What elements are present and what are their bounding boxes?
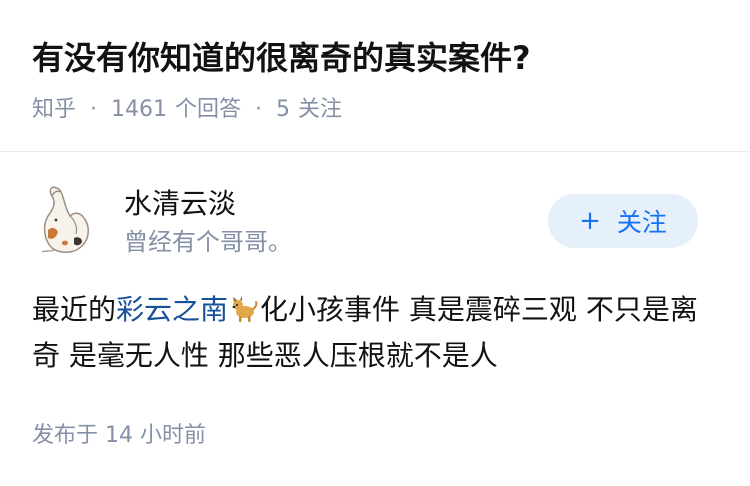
- meta-separator: ·: [255, 97, 263, 122]
- follow-button-label: 关注: [616, 208, 667, 237]
- question-meta: 知乎 · 1461 个回答 · 5 关注: [32, 94, 342, 126]
- question-header: 有没有你知道的很离奇的真实案件? 知乎 · 1461 个回答 · 5 关注: [0, 0, 750, 152]
- cat-avatar-icon[interactable]: [34, 182, 98, 256]
- answer-author: 水清云淡 曾经有个哥哥。 + 关注: [0, 170, 750, 266]
- follower-count: 5: [276, 97, 291, 122]
- answer-count: 1461: [111, 97, 168, 122]
- author-bio: 曾经有个哥哥。: [124, 228, 292, 256]
- follow-button[interactable]: + 关注: [548, 194, 698, 248]
- author-name[interactable]: 水清云淡: [124, 186, 236, 222]
- topic-link[interactable]: 彩云之南: [116, 293, 228, 326]
- plus-icon: +: [579, 206, 601, 236]
- dog-emoji-icon: [230, 291, 258, 322]
- publish-time: 发布于 14 小时前: [32, 423, 206, 448]
- question-title[interactable]: 有没有你知道的很离奇的真实案件?: [32, 36, 531, 80]
- meta-separator: ·: [90, 97, 98, 122]
- answer-text-prefix: 最近的: [32, 293, 117, 326]
- answer-count-label: 个回答: [175, 97, 242, 122]
- answer-content[interactable]: 最近的彩云之南 化小孩事件 真是震碎三观 不只是离奇 是毫无人性 那些恶人压根就…: [32, 287, 722, 379]
- follower-count-label: 关注: [298, 97, 343, 122]
- source-label[interactable]: 知乎: [32, 94, 76, 126]
